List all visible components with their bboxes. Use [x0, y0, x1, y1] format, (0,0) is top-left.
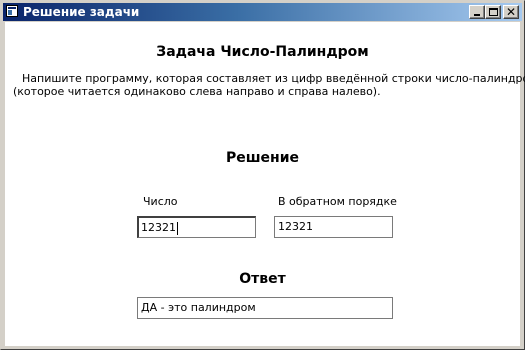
reverse-output-value: 12321: [278, 220, 313, 233]
reverse-output-field[interactable]: 12321: [274, 216, 393, 238]
maximize-button[interactable]: [485, 5, 501, 19]
task-description-line-1: Напишите программу, которая составляет и…: [22, 72, 525, 85]
maximize-icon: [489, 8, 498, 16]
number-label: Число: [143, 195, 178, 208]
text-caret: [177, 221, 178, 235]
title-bar[interactable]: Решение задачи ✕: [3, 3, 522, 21]
app-window-icon[interactable]: [6, 5, 18, 17]
answer-output-value: ДА - это палиндром: [141, 301, 256, 314]
client-area: Задача Число-Палиндром Напишите программ…: [5, 22, 525, 346]
solution-heading: Решение: [225, 150, 300, 166]
answer-output-field[interactable]: ДА - это палиндром: [137, 297, 393, 319]
window-title: Решение задачи: [23, 5, 140, 19]
minimize-icon: [474, 14, 480, 16]
close-icon: ✕: [505, 5, 517, 19]
close-button[interactable]: ✕: [503, 5, 519, 19]
reverse-label: В обратном порядке: [278, 195, 397, 208]
task-title: Задача Число-Палиндром: [156, 44, 369, 60]
app-window: Решение задачи ✕ Задача Число-Палиндром …: [0, 0, 525, 350]
answer-heading: Ответ: [239, 271, 286, 287]
number-input[interactable]: 12321: [137, 216, 256, 238]
number-input-value: 12321: [141, 221, 176, 234]
task-description: Напишите программу, которая составляет и…: [13, 72, 525, 98]
task-description-line-2: (которое читается одинаково слева направ…: [13, 85, 381, 98]
minimize-button[interactable]: [469, 5, 485, 19]
